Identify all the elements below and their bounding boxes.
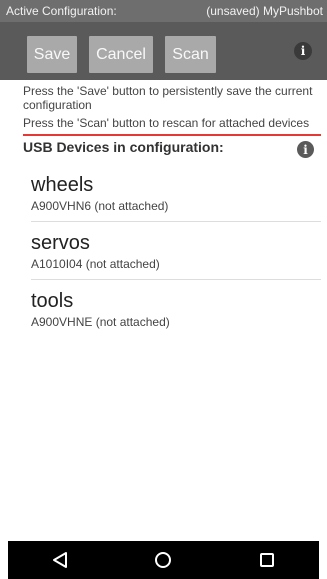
device-item[interactable]: servos A1010I04 (not attached): [31, 232, 321, 284]
configuration-name: (unsaved) MyPushbot: [206, 4, 323, 18]
device-serial: A900VHNE (not attached): [31, 315, 170, 329]
device-item[interactable]: wheels A900VHN6 (not attached): [31, 174, 321, 226]
scan-hint-text: Press the 'Scan' button to rescan for at…: [23, 116, 310, 130]
device-serial: A1010I04 (not attached): [31, 257, 160, 271]
device-name: tools: [31, 290, 74, 312]
back-triangle-icon[interactable]: [40, 545, 80, 575]
recents-square-icon[interactable]: [247, 545, 287, 575]
accent-divider: [23, 134, 321, 136]
save-button[interactable]: Save: [27, 36, 77, 73]
section-info-icon[interactable]: i: [297, 141, 314, 158]
section-title: USB Devices in configuration:: [23, 139, 224, 155]
cancel-button[interactable]: Cancel: [89, 36, 153, 73]
save-hint-text: Press the 'Save' button to persistently …: [23, 84, 313, 112]
device-name: wheels: [31, 174, 94, 196]
list-divider: [31, 221, 321, 222]
scan-button[interactable]: Scan: [165, 36, 216, 73]
device-item[interactable]: tools A900VHNE (not attached): [31, 290, 321, 342]
device-serial: A900VHN6 (not attached): [31, 199, 169, 213]
device-name: servos: [31, 232, 90, 254]
navigation-bar: [8, 541, 319, 579]
active-configuration-label: Active Configuration:: [6, 4, 117, 18]
info-icon[interactable]: i: [294, 42, 312, 60]
main-content: Press the 'Save' button to persistently …: [0, 80, 327, 541]
list-divider: [31, 279, 321, 280]
status-bar: Active Configuration: (unsaved) MyPushbo…: [0, 0, 327, 22]
toolbar: Save Cancel Scan i: [0, 22, 327, 80]
home-circle-icon[interactable]: [143, 545, 183, 575]
